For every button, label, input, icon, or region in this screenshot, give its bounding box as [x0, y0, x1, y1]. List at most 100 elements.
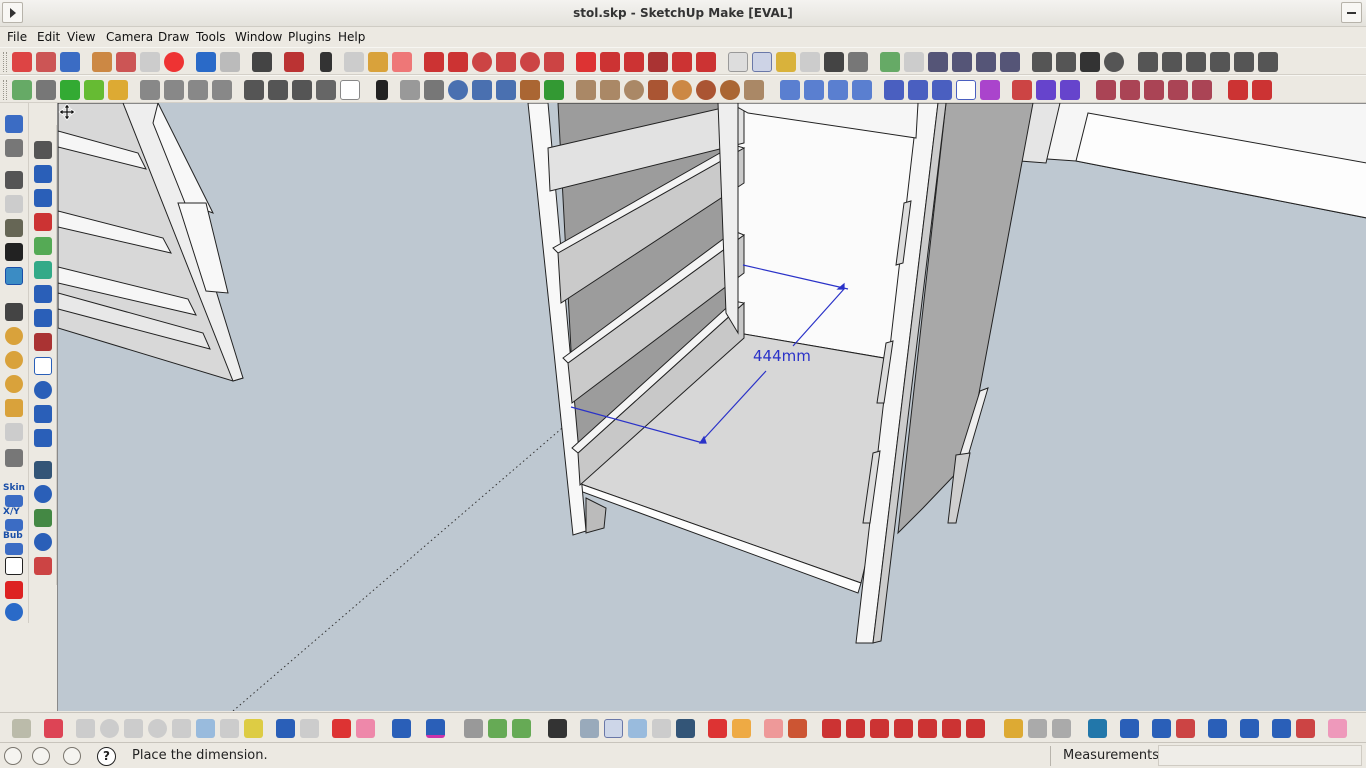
stack-dark-icon[interactable]	[5, 243, 23, 261]
dome-icon[interactable]	[720, 80, 740, 100]
menu-help[interactable]: Help	[338, 30, 365, 44]
line-icon[interactable]	[448, 52, 468, 72]
pencil-icon[interactable]	[44, 719, 63, 738]
fold-icon[interactable]	[108, 80, 128, 100]
arch-icon[interactable]	[34, 429, 52, 447]
cz-icon[interactable]	[426, 719, 445, 738]
drop-green-icon[interactable]	[488, 719, 507, 738]
align-4-icon[interactable]	[852, 80, 872, 100]
arc-green-icon[interactable]	[34, 261, 52, 279]
polyline-icon[interactable]	[220, 719, 239, 738]
ball-gold-2-icon[interactable]	[5, 375, 23, 393]
hook-icon[interactable]	[316, 80, 336, 100]
flip-icon[interactable]	[1176, 719, 1195, 738]
purple-diamond-icon[interactable]	[1060, 80, 1080, 100]
eraser-pink-icon[interactable]	[356, 719, 375, 738]
top-view-icon[interactable]	[1162, 52, 1182, 72]
rectangle-icon[interactable]	[424, 52, 444, 72]
cone-icon[interactable]	[576, 80, 596, 100]
push-pull-icon[interactable]	[600, 52, 620, 72]
curve-green-icon[interactable]	[34, 237, 52, 255]
red-arrow-icon[interactable]	[332, 719, 351, 738]
print-icon[interactable]	[252, 52, 272, 72]
apple-icon[interactable]	[512, 719, 531, 738]
draw-curve-icon[interactable]	[12, 719, 31, 738]
bucket-icon[interactable]	[788, 719, 807, 738]
measurements-input[interactable]	[1158, 745, 1362, 766]
cube-grey-icon[interactable]	[1028, 719, 1047, 738]
zoom-icon[interactable]	[928, 52, 948, 72]
open-file-icon[interactable]	[36, 52, 56, 72]
pan-icon[interactable]	[904, 52, 924, 72]
shape-4-icon[interactable]	[212, 80, 232, 100]
save-icon[interactable]	[60, 52, 80, 72]
tape-measure-icon[interactable]	[728, 52, 748, 72]
new-file-icon[interactable]	[12, 52, 32, 72]
ball-gold-icon[interactable]	[5, 351, 23, 369]
scale-icon[interactable]	[672, 52, 692, 72]
minimize-button[interactable]	[1341, 2, 1362, 23]
dimension-label[interactable]: 444mm	[753, 347, 811, 365]
push-r-icon[interactable]	[870, 719, 889, 738]
twist-icon[interactable]	[520, 80, 540, 100]
bezier-curve-icon[interactable]	[12, 80, 32, 100]
spiral-icon[interactable]	[496, 80, 516, 100]
help-icon[interactable]: ?	[97, 747, 116, 766]
arc-icon[interactable]	[496, 52, 516, 72]
user-icon[interactable]	[63, 747, 81, 765]
offset-icon[interactable]	[696, 52, 716, 72]
cube-selected-icon[interactable]	[5, 267, 23, 285]
tool-a-icon[interactable]	[1228, 80, 1248, 100]
orbit-icon[interactable]	[880, 52, 900, 72]
align-1-icon[interactable]	[780, 80, 800, 100]
shield-icon[interactable]	[464, 719, 483, 738]
spiral-blue-icon[interactable]	[34, 381, 52, 399]
curve-tool-icon[interactable]	[36, 80, 56, 100]
ellipse-shape-icon[interactable]	[148, 719, 167, 738]
mesh-icon[interactable]	[400, 80, 420, 100]
box-selected-icon[interactable]	[604, 719, 623, 738]
play-icon[interactable]	[5, 557, 23, 575]
position-camera-icon[interactable]	[1032, 52, 1052, 72]
zoom-window-icon[interactable]	[952, 52, 972, 72]
brush-icon[interactable]	[732, 719, 751, 738]
torus-icon[interactable]	[672, 80, 692, 100]
drop-icon[interactable]	[744, 80, 764, 100]
cube-outline-icon[interactable]	[5, 139, 23, 157]
eraser-icon[interactable]	[392, 52, 412, 72]
circle-outline-icon[interactable]	[34, 485, 52, 503]
joint-3-icon[interactable]	[1144, 80, 1164, 100]
shape-1-icon[interactable]	[140, 80, 160, 100]
shape-3-icon[interactable]	[188, 80, 208, 100]
chevron-right-icon[interactable]	[292, 80, 312, 100]
push-x-icon[interactable]	[942, 719, 961, 738]
transform-1-icon[interactable]	[884, 80, 904, 100]
push-v-icon[interactable]	[894, 719, 913, 738]
previous-view-icon[interactable]	[1000, 52, 1020, 72]
make-component-icon[interactable]	[344, 52, 364, 72]
rotate-icon[interactable]	[624, 52, 644, 72]
move-icon[interactable]	[576, 52, 596, 72]
paint-bucket-icon[interactable]	[368, 52, 388, 72]
hook-blue-icon[interactable]	[34, 405, 52, 423]
vertical-line-icon[interactable]	[1120, 719, 1139, 738]
front-view-icon[interactable]	[1186, 52, 1206, 72]
zigzag-icon[interactable]	[34, 461, 52, 479]
joint-5-icon[interactable]	[1192, 80, 1212, 100]
geo-location-icon[interactable]	[4, 747, 22, 765]
up-down-icon[interactable]	[1152, 719, 1171, 738]
circle-shape-icon[interactable]	[100, 719, 119, 738]
look-around-icon[interactable]	[1056, 52, 1076, 72]
back-view-icon[interactable]	[1234, 52, 1254, 72]
copy-icon[interactable]	[116, 52, 136, 72]
bub-label[interactable]: Bub	[3, 531, 23, 541]
y-icon[interactable]	[676, 719, 695, 738]
skin-icon[interactable]	[5, 495, 23, 507]
redo-icon[interactable]	[220, 52, 240, 72]
ring-icon[interactable]	[448, 80, 468, 100]
push-up-icon[interactable]	[822, 719, 841, 738]
help-blue-icon[interactable]	[5, 603, 23, 621]
layer-icon[interactable]	[5, 171, 23, 189]
squiggle-icon[interactable]	[34, 333, 52, 351]
pyramid-icon[interactable]	[600, 80, 620, 100]
